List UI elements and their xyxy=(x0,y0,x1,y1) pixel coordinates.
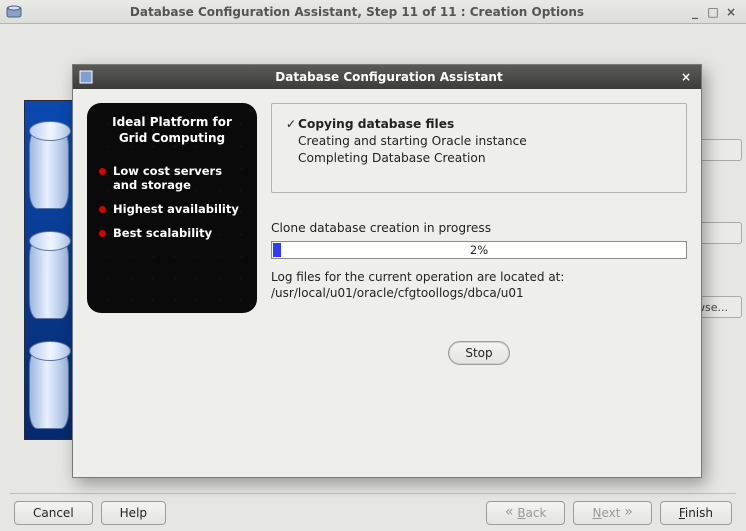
chevron-right-icon: » xyxy=(624,504,633,520)
window-body: wse... Cancel Help « Back Next » Finish … xyxy=(0,24,746,531)
database-cylinder-icon xyxy=(29,349,69,429)
promo-headline-l2: Grid Computing xyxy=(99,131,245,147)
dialog-close-button[interactable]: × xyxy=(677,70,695,84)
bullet-dot-icon xyxy=(99,168,106,175)
promo-bullet-label: Best scalability xyxy=(113,226,212,240)
window-title: Database Configuration Assistant, Step 1… xyxy=(28,5,686,19)
promo-bullet-label: Low cost servers and storage xyxy=(113,164,245,192)
dialog-icon xyxy=(79,70,93,84)
maximize-button[interactable]: □ xyxy=(704,5,722,19)
promo-bullet: Low cost servers and storage xyxy=(99,164,245,192)
window-titlebar: Database Configuration Assistant, Step 1… xyxy=(0,0,746,24)
cancel-button[interactable]: Cancel xyxy=(14,501,93,525)
promo-bullet: Best scalability xyxy=(99,226,245,240)
log-line: Log files for the current operation are … xyxy=(271,269,687,285)
steps-box: ✓ Copying database files Creating and st… xyxy=(271,103,687,193)
progress-dialog: Database Configuration Assistant × Ideal… xyxy=(72,64,702,478)
next-button[interactable]: Next » xyxy=(573,501,651,525)
step-label: Creating and starting Oracle instance xyxy=(298,134,527,148)
step-row: Creating and starting Oracle instance xyxy=(284,134,674,148)
next-label: ext xyxy=(601,506,620,520)
database-cylinder-icon xyxy=(29,129,69,209)
finish-label: inish xyxy=(685,506,713,520)
bullet-dot-icon xyxy=(99,206,106,213)
progress-bar: 2% xyxy=(271,241,687,259)
progress-text: 2% xyxy=(272,242,686,258)
stop-area: Stop xyxy=(271,341,687,365)
step-label: Completing Database Creation xyxy=(298,151,486,165)
help-button[interactable]: Help xyxy=(101,501,166,525)
back-label: ack xyxy=(526,506,547,520)
step-row: Completing Database Creation xyxy=(284,151,674,165)
step-label: Copying database files xyxy=(298,117,454,131)
chevron-left-icon: « xyxy=(505,504,514,520)
progress-label: Clone database creation in progress xyxy=(271,221,687,235)
app-icon xyxy=(6,4,22,20)
close-button[interactable]: × xyxy=(722,5,740,19)
dialog-main: ✓ Copying database files Creating and st… xyxy=(271,103,687,463)
wizard-nav-bar: Cancel Help « Back Next » Finish xyxy=(10,493,736,521)
dialog-body: Ideal Platform for Grid Computing Low co… xyxy=(73,89,701,477)
minimize-button[interactable]: _ xyxy=(686,5,704,19)
dialog-title: Database Configuration Assistant xyxy=(101,70,677,84)
promo-headline-l1: Ideal Platform for xyxy=(99,115,245,131)
wizard-side-image xyxy=(24,100,74,440)
back-button[interactable]: « Back xyxy=(486,501,566,525)
step-row-current: ✓ Copying database files xyxy=(284,117,674,131)
promo-panel: Ideal Platform for Grid Computing Low co… xyxy=(87,103,257,313)
check-icon: ✓ xyxy=(284,117,298,131)
database-cylinder-icon xyxy=(29,239,69,319)
log-location: Log files for the current operation are … xyxy=(271,269,687,301)
bullet-dot-icon xyxy=(99,230,106,237)
promo-headline: Ideal Platform for Grid Computing xyxy=(99,115,245,146)
stop-button[interactable]: Stop xyxy=(448,341,509,365)
progress-area: Clone database creation in progress 2% L… xyxy=(271,221,687,301)
promo-bullet-label: Highest availability xyxy=(113,202,239,216)
finish-button[interactable]: Finish xyxy=(660,501,732,525)
dialog-titlebar: Database Configuration Assistant × xyxy=(73,65,701,89)
log-path: /usr/local/u01/oracle/cfgtoollogs/dbca/u… xyxy=(271,285,687,301)
promo-bullet: Highest availability xyxy=(99,202,245,216)
